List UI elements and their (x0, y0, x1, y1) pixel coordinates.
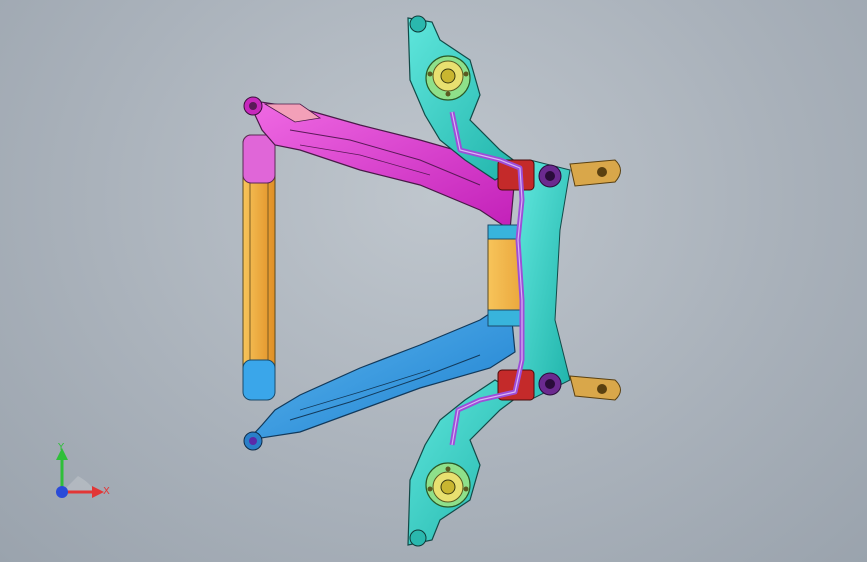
y-axis-label: Y (58, 442, 65, 453)
upper-bracket (569, 159, 621, 187)
graphics-viewport[interactable]: Y X (0, 0, 867, 562)
right-rail (519, 159, 571, 401)
left-rail (242, 134, 276, 401)
coordinate-triad: Y X (48, 440, 128, 510)
lower-bracket (569, 375, 621, 401)
subframe-model[interactable] (0, 0, 867, 562)
z-axis-dot (56, 486, 68, 498)
x-axis-label: X (103, 486, 110, 497)
